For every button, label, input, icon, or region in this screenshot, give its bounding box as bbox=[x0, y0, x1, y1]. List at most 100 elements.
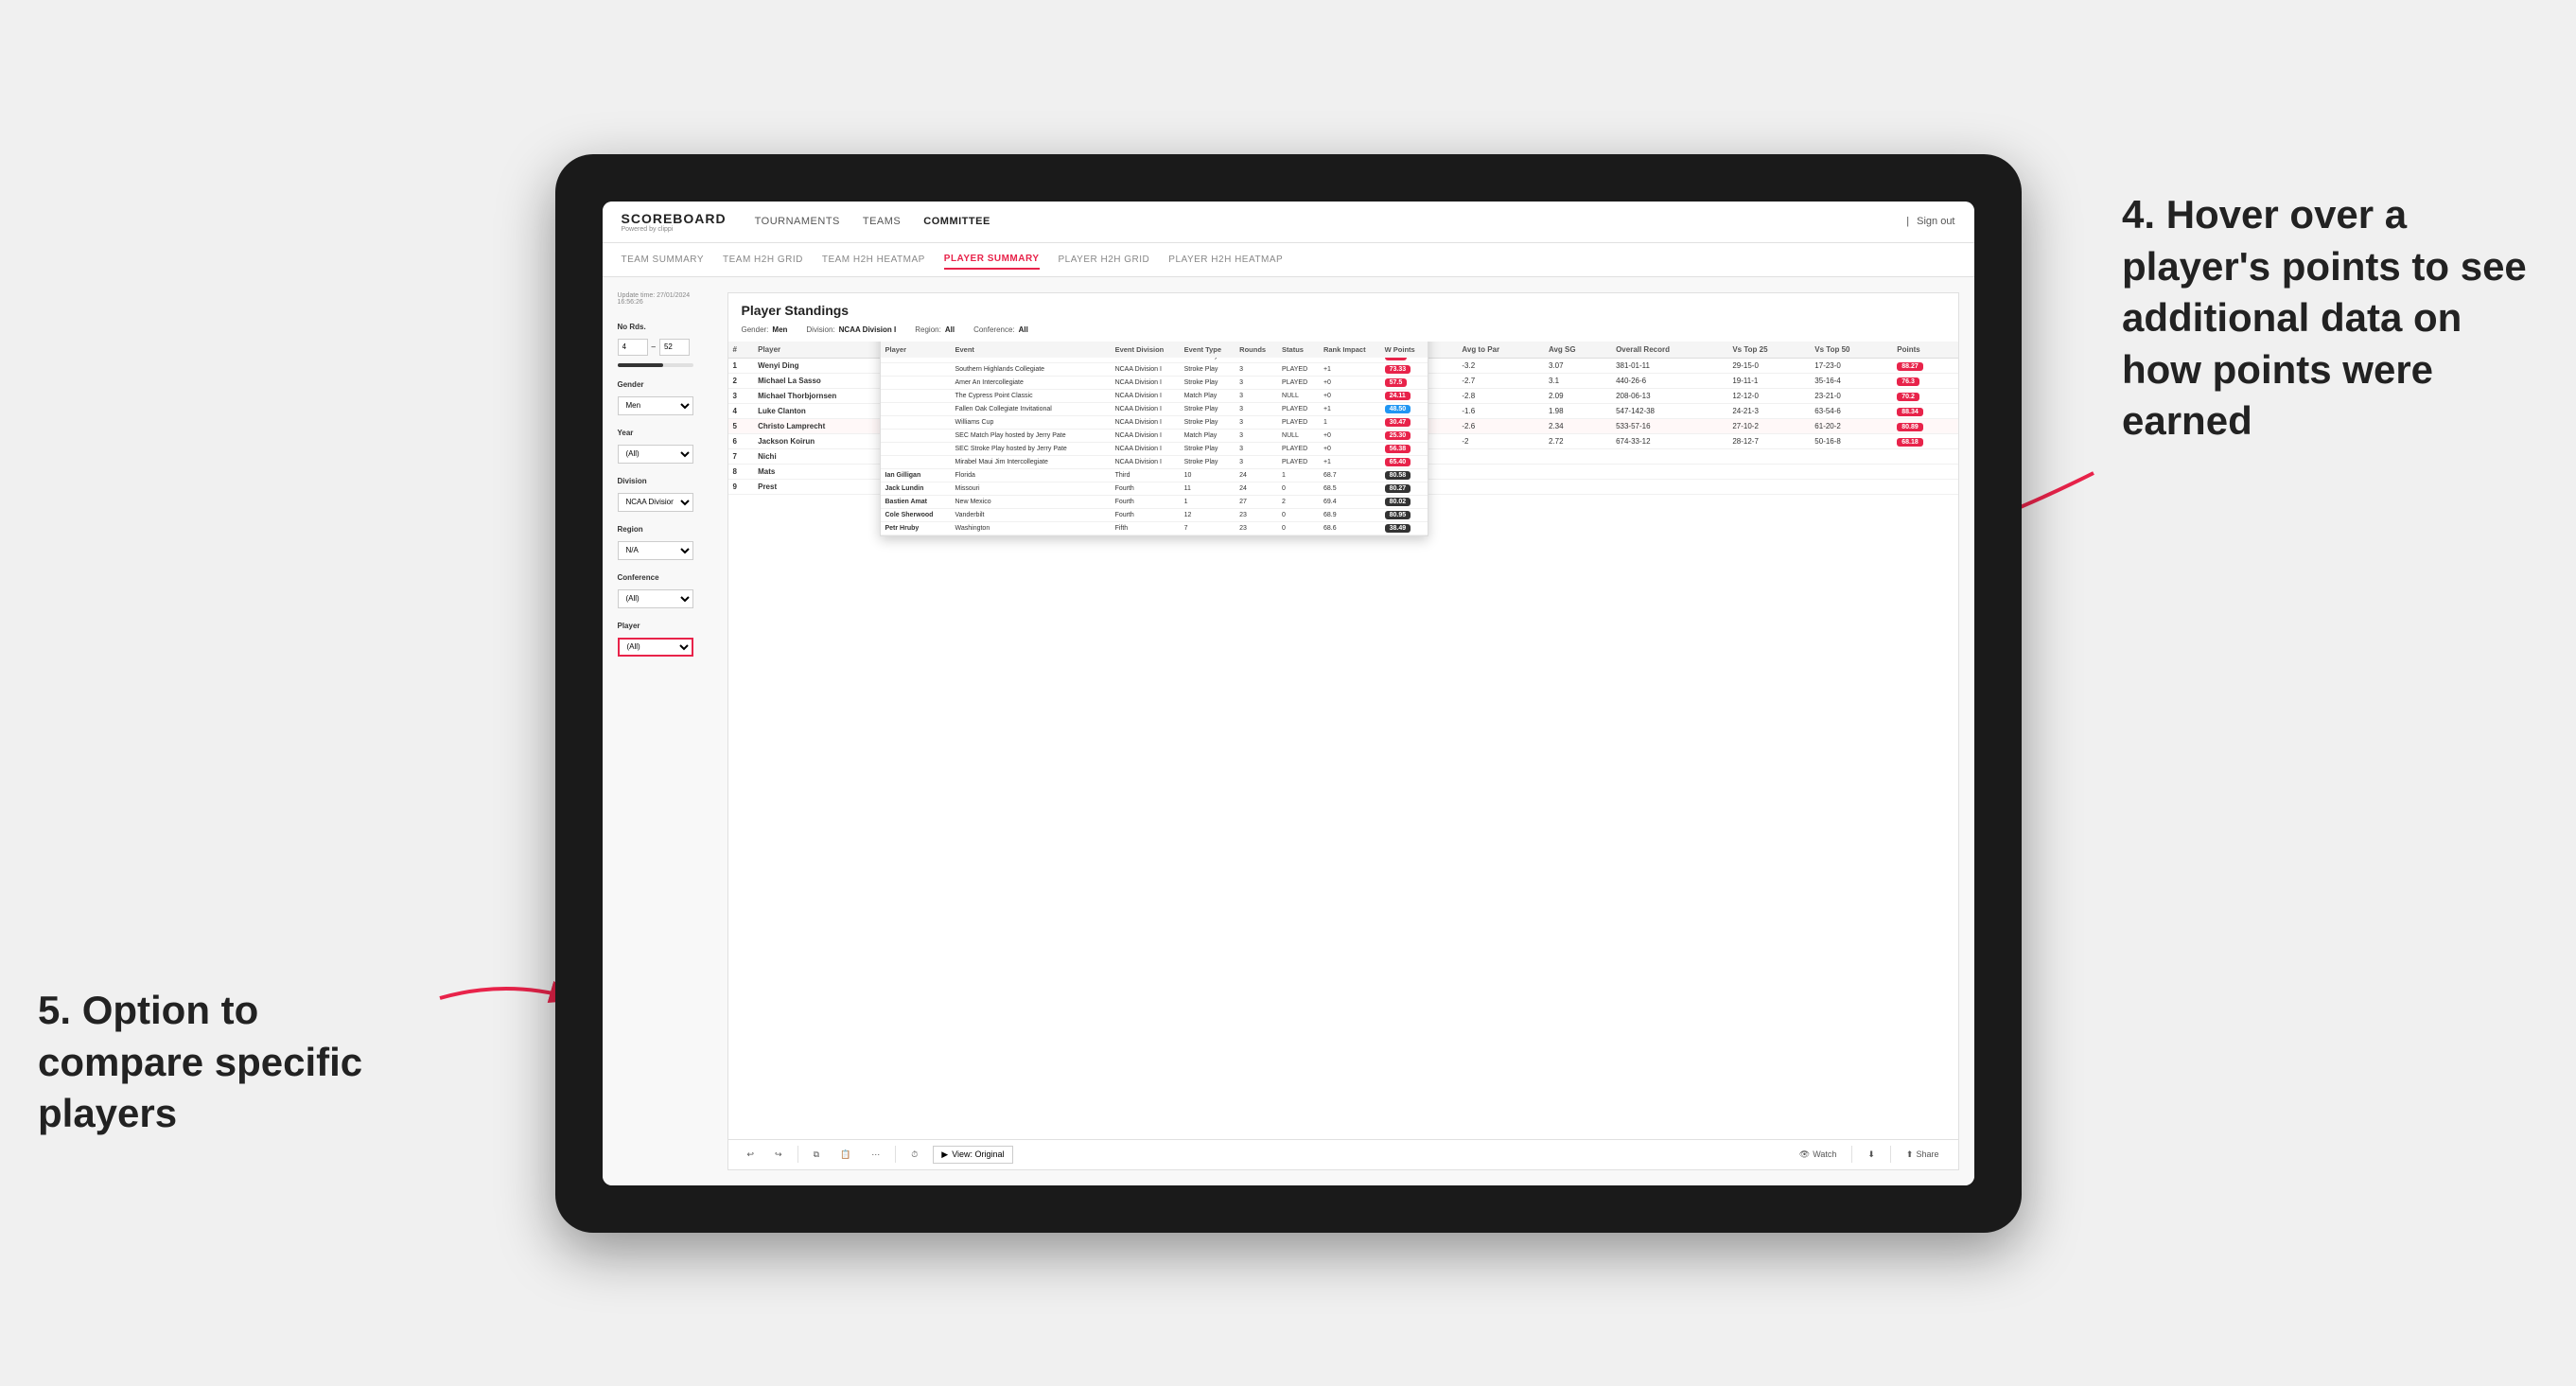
tooltip-cell-type: 12 bbox=[1180, 508, 1235, 521]
sub-nav-player-h2h-heatmap[interactable]: PLAYER H2H HEATMAP bbox=[1168, 251, 1283, 269]
tooltip-cell-type: Match Play bbox=[1180, 389, 1235, 402]
cell-points[interactable] bbox=[1892, 479, 1957, 494]
tooltip-cell-rounds: 23 bbox=[1235, 521, 1277, 535]
cell-rank: 7 bbox=[728, 448, 754, 464]
watch-button[interactable]: 👁 Watch bbox=[1794, 1147, 1843, 1163]
eye-icon: 👁 bbox=[1799, 1149, 1810, 1160]
no-rds-min-input[interactable] bbox=[618, 339, 648, 356]
tooltip-cell-points: 48.50 bbox=[1380, 402, 1428, 415]
cell-avg-par: -3.2 bbox=[1457, 358, 1544, 373]
sub-nav-team-summary[interactable]: TEAM SUMMARY bbox=[622, 251, 705, 269]
cell-avg-par: -1.6 bbox=[1457, 403, 1544, 418]
cell-vs50: 50-16-8 bbox=[1810, 433, 1892, 448]
tooltip-cell-rounds: 3 bbox=[1235, 415, 1277, 429]
sub-nav-team-h2h-heatmap[interactable]: TEAM H2H HEATMAP bbox=[822, 251, 925, 269]
more-button[interactable]: ⋯ bbox=[866, 1147, 885, 1163]
cell-rank: 2 bbox=[728, 373, 754, 388]
toolbar-separator-1 bbox=[797, 1146, 798, 1163]
sub-nav-player-h2h-grid[interactable]: PLAYER H2H GRID bbox=[1059, 251, 1150, 269]
tooltip-cell-rounds: 3 bbox=[1235, 442, 1277, 455]
region-label: Region bbox=[618, 525, 712, 534]
nav-committee[interactable]: COMMITTEE bbox=[923, 212, 990, 231]
logo-title: SCOREBOARD bbox=[622, 211, 727, 226]
player-select[interactable]: (All) bbox=[618, 638, 693, 657]
tooltip-cell-points: 24.11 bbox=[1380, 389, 1428, 402]
nav-teams[interactable]: TEAMS bbox=[863, 212, 901, 231]
download-button[interactable]: ⬇ bbox=[1862, 1147, 1881, 1163]
share-button[interactable]: ⬆ Share bbox=[1901, 1147, 1945, 1163]
sub-nav: TEAM SUMMARY TEAM H2H GRID TEAM H2H HEAT… bbox=[603, 243, 1974, 277]
tooltip-cell-type: Stroke Play bbox=[1180, 362, 1235, 376]
cell-vs25: 29-15-0 bbox=[1727, 358, 1810, 373]
cell-points[interactable]: 80.89 bbox=[1892, 418, 1957, 433]
copy-button[interactable]: ⧉ bbox=[808, 1147, 825, 1163]
cell-avg-sg: 2.72 bbox=[1544, 433, 1611, 448]
cell-points[interactable]: 70.2 bbox=[1892, 388, 1957, 403]
tooltip-row: Cole Sherwood Vanderbilt Fourth 12 23 0 … bbox=[881, 508, 1428, 521]
gender-select[interactable]: Men Women bbox=[618, 396, 693, 415]
cell-avg-par bbox=[1457, 448, 1544, 464]
no-rds-max-input[interactable] bbox=[659, 339, 690, 356]
tooltip-cell-rank: +1 bbox=[1319, 362, 1380, 376]
cell-record bbox=[1611, 479, 1727, 494]
cell-avg-sg: 2.09 bbox=[1544, 388, 1611, 403]
conference-select[interactable]: (All) bbox=[618, 589, 693, 608]
cell-points[interactable]: 88.27 bbox=[1892, 358, 1957, 373]
tooltip-cell-points: 80.27 bbox=[1380, 482, 1428, 495]
undo-button[interactable]: ↩ bbox=[742, 1147, 761, 1163]
annotation-5: 5. Option to compare specific players bbox=[38, 985, 378, 1140]
gender-label: Gender bbox=[618, 380, 712, 389]
redo-button[interactable]: ↪ bbox=[769, 1147, 788, 1163]
tooltip-cell-div: Fourth bbox=[1111, 508, 1180, 521]
cell-record bbox=[1611, 464, 1727, 479]
tooltip-cell-div: NCAA Division I bbox=[1111, 415, 1180, 429]
tooltip-cell-event: Southern Highlands Collegiate bbox=[951, 362, 1111, 376]
tooltip-col-rounds: Rounds bbox=[1235, 342, 1277, 359]
tooltip-cell-type: Stroke Play bbox=[1180, 442, 1235, 455]
tooltip-cell-event: The Cypress Point Classic bbox=[951, 389, 1111, 402]
tooltip-cell-rank: +0 bbox=[1319, 389, 1380, 402]
year-select[interactable]: (All) First Second Third Fourth bbox=[618, 445, 693, 464]
cell-points[interactable]: 88.34 bbox=[1892, 403, 1957, 418]
view-original-button[interactable]: ▶ View: Original bbox=[933, 1146, 1012, 1164]
tooltip-col-event: Event bbox=[951, 342, 1111, 359]
sub-nav-team-h2h-grid[interactable]: TEAM H2H GRID bbox=[723, 251, 803, 269]
tooltip-cell-status: NULL bbox=[1277, 389, 1319, 402]
tooltip-cell-type: Stroke Play bbox=[1180, 376, 1235, 389]
tooltip-cell-points: 38.49 bbox=[1380, 521, 1428, 535]
tooltip-cell-event: Florida bbox=[951, 468, 1111, 482]
tooltip-cell-event: Mirabel Maui Jim Intercollegiate bbox=[951, 455, 1111, 468]
tooltip-cell-points: 73.33 bbox=[1380, 362, 1428, 376]
tooltip-cell-player bbox=[881, 455, 951, 468]
region-select[interactable]: N/A All bbox=[618, 541, 693, 560]
paste-button[interactable]: 📋 bbox=[834, 1147, 856, 1163]
tooltip-cell-rounds: 3 bbox=[1235, 429, 1277, 442]
cell-points[interactable]: 68.18 bbox=[1892, 433, 1957, 448]
tooltip-cell-div: NCAA Division I bbox=[1111, 429, 1180, 442]
tooltip-row: Mirabel Maui Jim Intercollegiate NCAA Di… bbox=[881, 455, 1428, 468]
timer-button[interactable]: ⏱ bbox=[905, 1147, 923, 1163]
tooltip-cell-rank: 69.4 bbox=[1319, 495, 1380, 508]
tooltip-row: The Cypress Point Classic NCAA Division … bbox=[881, 389, 1428, 402]
tooltip-cell-type: Stroke Play bbox=[1180, 415, 1235, 429]
cell-points[interactable] bbox=[1892, 448, 1957, 464]
tooltip-cell-type: Stroke Play bbox=[1180, 455, 1235, 468]
col-overall: Overall Record bbox=[1611, 342, 1727, 359]
no-rds-slider[interactable] bbox=[618, 363, 693, 367]
cell-vs50 bbox=[1810, 448, 1892, 464]
tooltip-cell-rank: 68.6 bbox=[1319, 521, 1380, 535]
nav-tournaments[interactable]: TOURNAMENTS bbox=[755, 212, 840, 231]
tooltip-col-rank: Rank Impact bbox=[1319, 342, 1380, 359]
tablet-screen: SCOREBOARD Powered by clippi TOURNAMENTS… bbox=[603, 202, 1974, 1185]
cell-points[interactable] bbox=[1892, 464, 1957, 479]
sign-out-link[interactable]: Sign out bbox=[1917, 216, 1954, 227]
cell-vs50 bbox=[1810, 479, 1892, 494]
tooltip-row: SEC Stroke Play hosted by Jerry Pate NCA… bbox=[881, 442, 1428, 455]
tooltip-cell-points: 30.47 bbox=[1380, 415, 1428, 429]
cell-points[interactable]: 76.3 bbox=[1892, 373, 1957, 388]
tooltip-cell-rank: +0 bbox=[1319, 376, 1380, 389]
division-select[interactable]: NCAA Division I NCAA Division II NCAA Di… bbox=[618, 493, 693, 512]
sub-nav-player-summary[interactable]: PLAYER SUMMARY bbox=[944, 250, 1040, 270]
tooltip-cell-rounds: 3 bbox=[1235, 362, 1277, 376]
cell-vs50: 63-54-6 bbox=[1810, 403, 1892, 418]
